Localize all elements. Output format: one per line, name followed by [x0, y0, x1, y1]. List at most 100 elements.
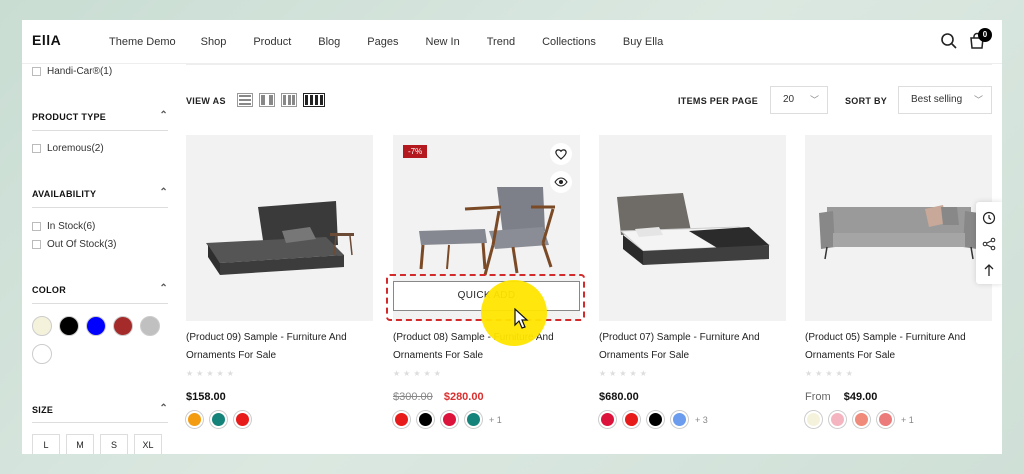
product-swatch[interactable] — [599, 411, 616, 428]
search-icon[interactable] — [940, 32, 958, 50]
arrow-up-icon[interactable] — [981, 262, 997, 278]
share-icon[interactable] — [981, 236, 997, 252]
filter-loremous[interactable]: Loremous(2) — [32, 143, 104, 154]
facet-color[interactable]: COLOR ⌃ — [32, 283, 168, 295]
divider — [32, 303, 168, 304]
cart-count-badge: 0 — [978, 28, 992, 42]
product-swatch[interactable] — [647, 411, 664, 428]
chevron-down-icon: ﹀ — [809, 95, 819, 105]
filter-label: Out Of Stock(3) — [47, 239, 117, 250]
nav-product[interactable]: Product — [253, 36, 291, 48]
color-swatch-black[interactable] — [59, 316, 79, 336]
product-swatch[interactable] — [623, 411, 640, 428]
product-swatch[interactable] — [210, 411, 227, 428]
product-swatch[interactable] — [877, 411, 894, 428]
product-swatch[interactable] — [465, 411, 482, 428]
facet-title-label: PRODUCT TYPE — [32, 112, 107, 122]
site-logo[interactable]: EllA — [32, 32, 61, 48]
color-swatch-white[interactable] — [32, 344, 52, 364]
size-option-s[interactable]: S — [100, 434, 128, 454]
product-title[interactable]: (Product 05) Sample - Furniture And Orna… — [805, 329, 992, 365]
facet-availability[interactable]: AVAILABILITY ⌃ — [32, 187, 168, 199]
product-swatch[interactable] — [441, 411, 458, 428]
product-swatch[interactable] — [853, 411, 870, 428]
nav-new-in[interactable]: New In — [426, 36, 460, 48]
product-swatch[interactable] — [393, 411, 410, 428]
product-swatch[interactable] — [234, 411, 251, 428]
size-option-l[interactable]: L — [32, 434, 60, 454]
page-frame: EllA Theme Demo Shop Product Blog Pages … — [22, 20, 1002, 454]
nav-pages[interactable]: Pages — [367, 36, 398, 48]
filter-label: In Stock(6) — [47, 221, 96, 232]
list-view-icon[interactable] — [237, 93, 253, 107]
filter-out-of-stock[interactable]: Out Of Stock(3) — [32, 239, 116, 250]
color-swatch-blue[interactable] — [86, 316, 106, 336]
heart-icon[interactable] — [550, 143, 572, 165]
divider — [32, 207, 168, 208]
product-image[interactable] — [599, 135, 786, 321]
more-swatches[interactable]: + 1 — [901, 415, 914, 425]
product-title[interactable]: (Product 08) Sample - Furniture And Orna… — [393, 329, 580, 365]
checkbox-icon[interactable] — [32, 240, 41, 249]
more-swatches[interactable]: + 3 — [695, 415, 708, 425]
divider — [32, 422, 168, 423]
facet-size[interactable]: SIZE ⌃ — [32, 403, 168, 415]
select-value: Best selling — [911, 94, 963, 105]
product-image[interactable] — [805, 135, 992, 321]
facet-product-type[interactable]: PRODUCT TYPE ⌃ — [32, 110, 168, 122]
product-swatch[interactable] — [829, 411, 846, 428]
filter-brand-handi-car[interactable]: Handi-Car®(1) — [32, 66, 112, 77]
product-price: From $49.00 — [805, 391, 992, 403]
product-swatch[interactable] — [805, 411, 822, 428]
sofa-image — [819, 205, 979, 260]
chevron-up-icon: ⌃ — [159, 403, 168, 414]
product-swatches: + 3 — [599, 411, 786, 428]
price-value: $49.00 — [843, 391, 878, 403]
checkbox-icon[interactable] — [32, 222, 41, 231]
history-icon[interactable] — [981, 210, 997, 226]
compare-at-price: $300.00 — [393, 391, 433, 403]
nav-theme-demo[interactable]: Theme Demo — [109, 36, 176, 48]
nav-buy-ella[interactable]: Buy Ella — [623, 36, 663, 48]
product-swatches: + 1 — [393, 411, 580, 428]
rating-stars: ★★★★★ — [805, 369, 856, 378]
rating-stars: ★★★★★ — [599, 369, 650, 378]
nav-blog[interactable]: Blog — [318, 36, 340, 48]
size-option-m[interactable]: M — [66, 434, 94, 454]
product-title[interactable]: (Product 07) Sample - Furniture And Orna… — [599, 329, 786, 365]
checkbox-icon[interactable] — [32, 144, 41, 153]
view-as-label: VIEW AS — [186, 96, 226, 106]
grid-2-view-icon[interactable] — [259, 93, 275, 107]
checkbox-icon[interactable] — [32, 67, 41, 76]
sort-by-select[interactable]: Best selling ﹀ — [898, 86, 992, 114]
floating-toolbar — [976, 202, 1002, 284]
nav-trend[interactable]: Trend — [487, 36, 515, 48]
more-swatches[interactable]: + 1 — [489, 415, 502, 425]
sort-by-label: SORT BY — [845, 96, 888, 106]
filter-sidebar: Handi-Car®(1) PRODUCT TYPE ⌃ Loremous(2)… — [32, 64, 168, 454]
divider — [186, 64, 992, 65]
size-option-xl[interactable]: XL — [134, 434, 162, 454]
grid-4-view-icon[interactable] — [303, 93, 325, 107]
grid-3-view-icon[interactable] — [281, 93, 297, 107]
price-value: $158.00 — [186, 391, 226, 403]
color-swatch-cream[interactable] — [32, 316, 52, 336]
product-price: $300.00 $280.00 — [393, 391, 580, 403]
product-title[interactable]: (Product 09) Sample - Furniture And Orna… — [186, 329, 373, 365]
filter-label: Handi-Car®(1) — [47, 66, 113, 77]
items-per-page-label: ITEMS PER PAGE — [678, 96, 759, 106]
items-per-page-select[interactable]: 20 ﹀ — [770, 86, 828, 114]
color-swatch-brown[interactable] — [113, 316, 133, 336]
bed-image — [206, 201, 354, 275]
product-swatch[interactable] — [671, 411, 688, 428]
filter-in-stock[interactable]: In Stock(6) — [32, 221, 95, 232]
eye-icon[interactable] — [550, 171, 572, 193]
facet-title-label: AVAILABILITY — [32, 189, 97, 199]
product-swatch[interactable] — [417, 411, 434, 428]
product-swatch[interactable] — [186, 411, 203, 428]
nav-shop[interactable]: Shop — [201, 36, 227, 48]
product-image[interactable] — [186, 135, 373, 321]
color-swatch-silver[interactable] — [140, 316, 160, 336]
nav-collections[interactable]: Collections — [542, 36, 596, 48]
product-price: $158.00 — [186, 391, 373, 403]
